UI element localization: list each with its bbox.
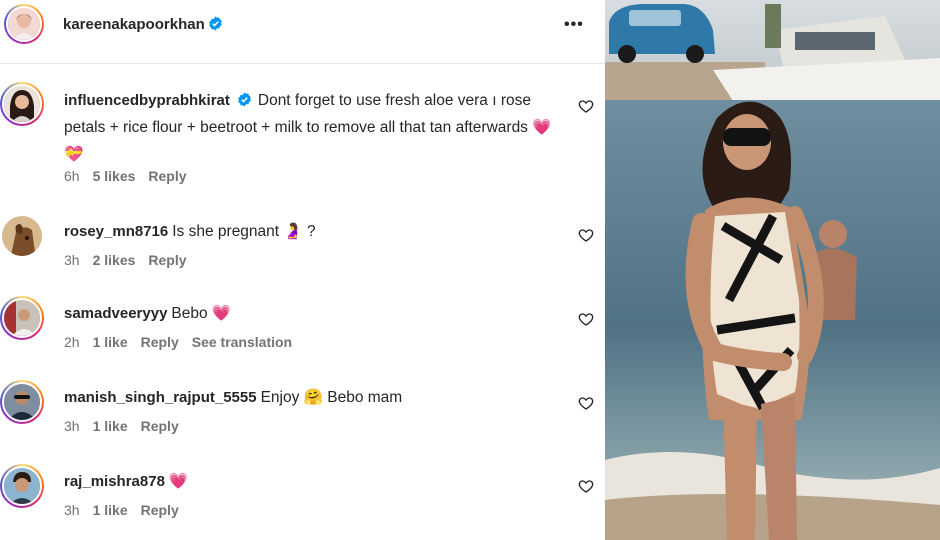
reply-button[interactable]: Reply [141, 334, 179, 350]
reply-button[interactable]: Reply [141, 418, 179, 434]
reply-button[interactable]: Reply [141, 502, 179, 518]
author-username[interactable]: kareenakapoorkhan [63, 16, 223, 33]
heart-icon[interactable] [578, 98, 594, 114]
comment-body: manish_singh_rajput_5555 Enjoy 🤗 Bebo mam [64, 384, 564, 411]
comment-username[interactable]: manish_singh_rajput_5555 [64, 389, 257, 406]
comments-panel: kareenakapoorkhan ••• influencedbyprabhk… [0, 0, 605, 540]
comment-time: 3h [64, 252, 80, 268]
more-options-icon[interactable]: ••• [564, 16, 584, 34]
likes-count[interactable]: 1 like [93, 418, 128, 434]
comment-meta: 3h 1 like Reply [64, 502, 192, 518]
comment-body: samadveeryyy Bebo 💗 [64, 300, 564, 327]
heart-icon[interactable] [578, 311, 594, 327]
comment-body: rosey_mn8716 Is she pregnant 🤰 ? [64, 218, 564, 245]
comment-text: Is she pregnant 🤰 ? [172, 223, 316, 240]
avatar[interactable] [0, 380, 44, 424]
heart-icon[interactable] [578, 395, 594, 411]
comment-time: 2h [64, 334, 80, 350]
comment-text: Enjoy 🤗 Bebo mam [260, 389, 403, 406]
comment-username[interactable]: rosey_mn8716 [64, 223, 168, 240]
heart-icon[interactable] [578, 478, 594, 494]
comment-username[interactable]: raj_mishra878 [64, 473, 165, 490]
reply-button[interactable]: Reply [148, 168, 186, 184]
avatar[interactable] [0, 82, 44, 126]
comment-body: raj_mishra878 💗 [64, 468, 564, 495]
see-translation-link[interactable]: See translation [192, 334, 292, 350]
author-avatar[interactable] [4, 4, 44, 44]
likes-count[interactable]: 5 likes [93, 168, 136, 184]
likes-count[interactable]: 1 like [93, 334, 128, 350]
comment-text: Bebo 💗 [171, 305, 232, 322]
comment-username[interactable]: influencedbyprabhkirat [64, 92, 230, 109]
comment-body: influencedbyprabhkirat Dont forget to use… [64, 87, 564, 168]
likes-count[interactable]: 1 like [93, 502, 128, 518]
avatar[interactable] [0, 214, 44, 258]
comment-meta: 3h 1 like Reply [64, 418, 192, 434]
comment-time: 3h [64, 502, 80, 518]
verified-badge-icon [238, 92, 251, 107]
comment-time: 6h [64, 168, 80, 184]
verified-badge-icon [208, 16, 222, 31]
comment-time: 3h [64, 418, 80, 434]
reply-button[interactable]: Reply [148, 252, 186, 268]
comment-username[interactable]: samadveeryyy [64, 305, 167, 322]
avatar[interactable] [0, 464, 44, 508]
post-header: kareenakapoorkhan ••• [0, 0, 605, 64]
avatar[interactable] [0, 296, 44, 340]
likes-count[interactable]: 2 likes [93, 252, 136, 268]
post-photo [605, 0, 940, 540]
heart-icon[interactable] [578, 227, 594, 243]
comment-meta: 3h 2 likes Reply [64, 252, 200, 268]
comment-meta: 2h 1 like Reply See translation [64, 334, 305, 350]
comment-text: 💗 [168, 473, 189, 490]
comment-meta: 6h 5 likes Reply [64, 168, 200, 184]
